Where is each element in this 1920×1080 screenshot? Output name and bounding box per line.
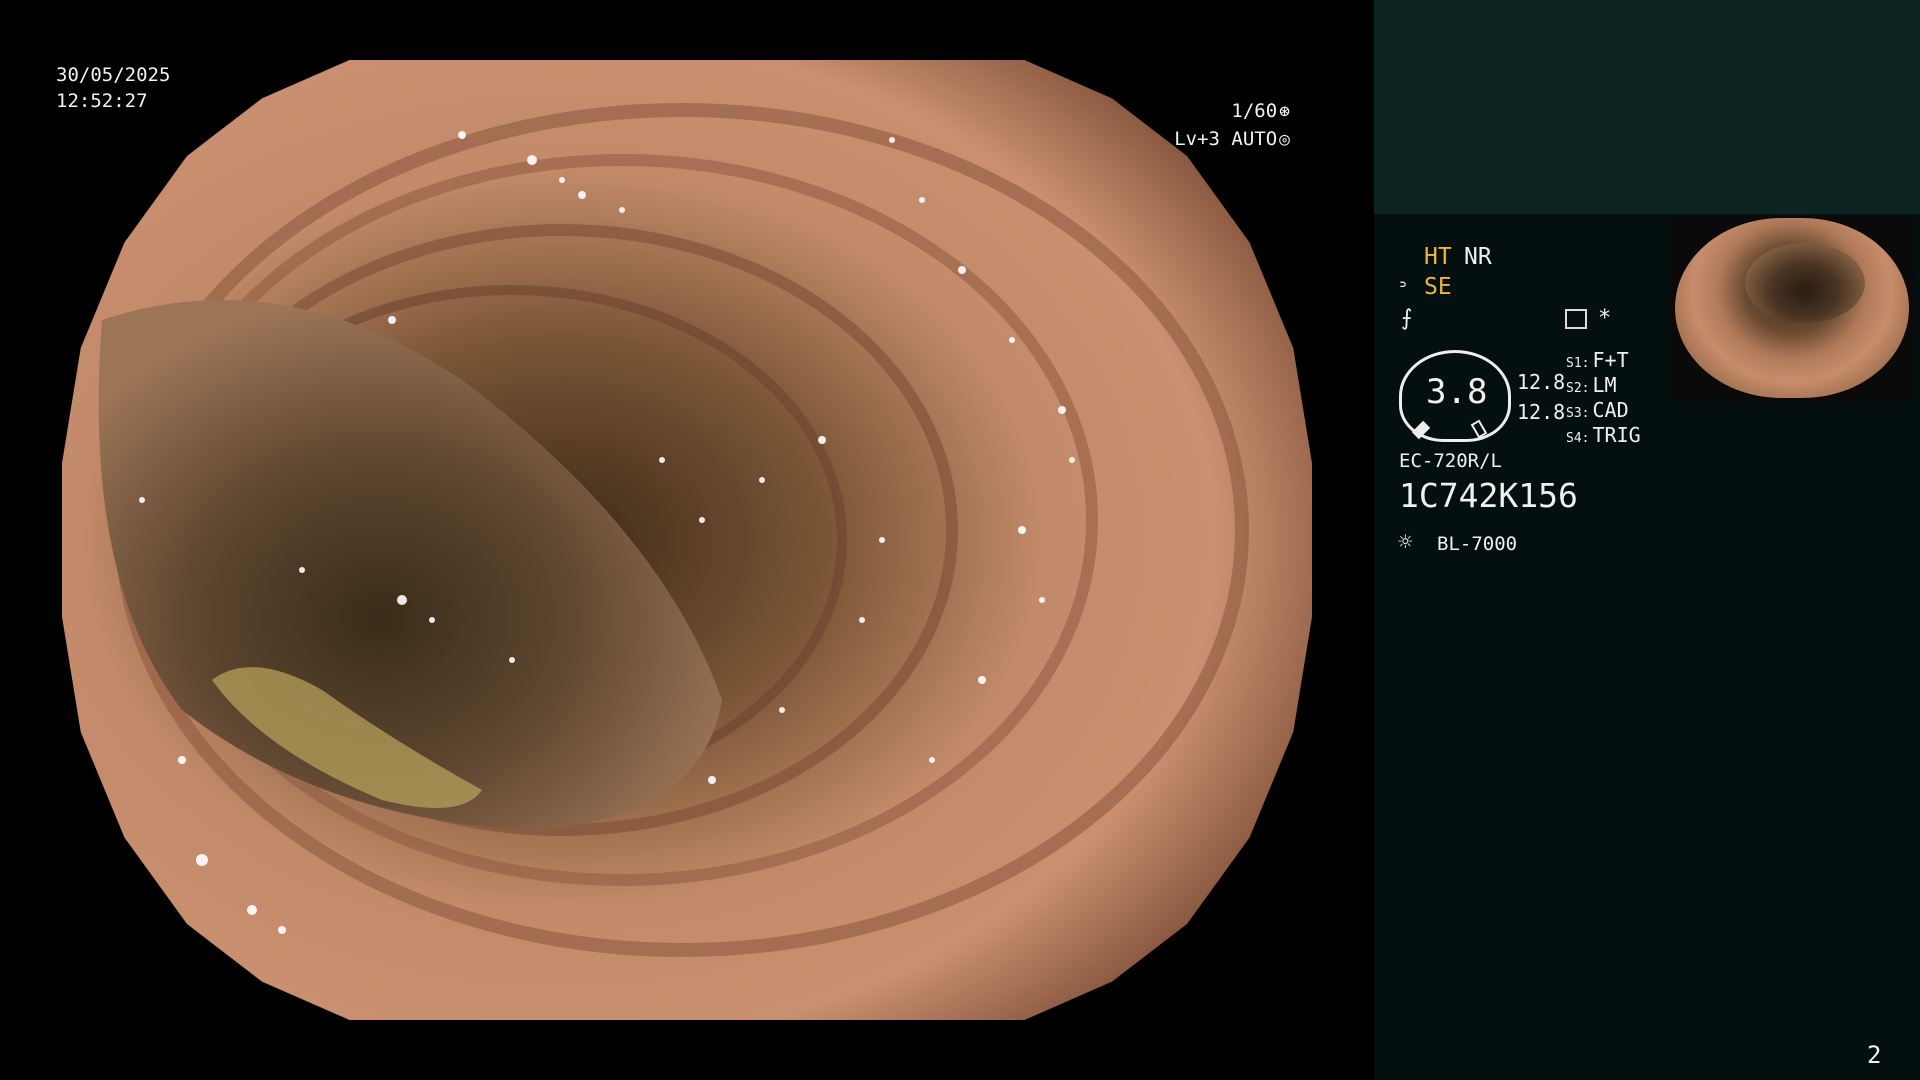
scope-model: EC-720R/L <box>1399 450 1502 472</box>
switch-4-key: S4: <box>1566 431 1590 446</box>
grid-icon <box>1565 309 1587 329</box>
switch-3-key: S3: <box>1566 406 1590 421</box>
iris-icon: ◎ <box>1279 129 1290 150</box>
light-source-icon: ☼ <box>1398 528 1413 556</box>
shutter-speed-value: 1/60 <box>1231 100 1278 122</box>
exposure-level-value: Lv+3 AUTO <box>1174 128 1278 150</box>
curve-icon: ⨍ <box>1401 306 1413 331</box>
zoom-value: 3.8 <box>1426 372 1488 412</box>
switch-3-value: CAD <box>1592 398 1629 422</box>
switch-1-key: S1: <box>1566 356 1590 371</box>
info-panel-header <box>1374 0 1920 214</box>
capture-thumbnail[interactable] <box>1669 216 1915 401</box>
scope-serial: 1C742K156 <box>1399 476 1578 515</box>
ratio-value-2: 12.8 <box>1517 400 1566 424</box>
se-indicator: SE <box>1424 274 1452 300</box>
switch-1-value: F+T <box>1592 348 1629 372</box>
nr-indicator: NR <box>1464 244 1492 270</box>
light-source-model: BL-7000 <box>1437 533 1518 555</box>
exposure-level: Lv+3 AUTO ◎ <box>1174 126 1290 153</box>
switch-3: S3: CAD <box>1566 398 1629 422</box>
switch-4-value: TRIG <box>1592 423 1641 447</box>
switch-1: S1: F+T <box>1566 348 1629 372</box>
switch-2: S2: LM <box>1566 373 1617 397</box>
shutter-speed: 1/60 ⊛ <box>1231 98 1290 125</box>
thumbnail-lumen <box>1745 243 1865 323</box>
colon-lumen-graphic <box>62 60 1312 1020</box>
endoscope-image <box>62 60 1312 1020</box>
ratio-value-1: 12.8 <box>1517 370 1566 394</box>
switch-2-value: LM <box>1592 373 1617 397</box>
star-icon: * <box>1598 306 1612 331</box>
switch-2-key: S2: <box>1566 381 1590 396</box>
exam-time: 12:52:27 <box>56 90 148 112</box>
thumbnail-image <box>1675 218 1909 398</box>
switch-4: S4: TRIG <box>1566 423 1641 447</box>
exam-date: 30/05/2025 <box>56 64 171 86</box>
ht-indicator: HT <box>1424 244 1452 270</box>
page-number: 2 <box>1867 1041 1882 1069</box>
shutter-icon: ⊛ <box>1279 101 1290 122</box>
enhancement-icon: ᐣ <box>1399 276 1407 300</box>
